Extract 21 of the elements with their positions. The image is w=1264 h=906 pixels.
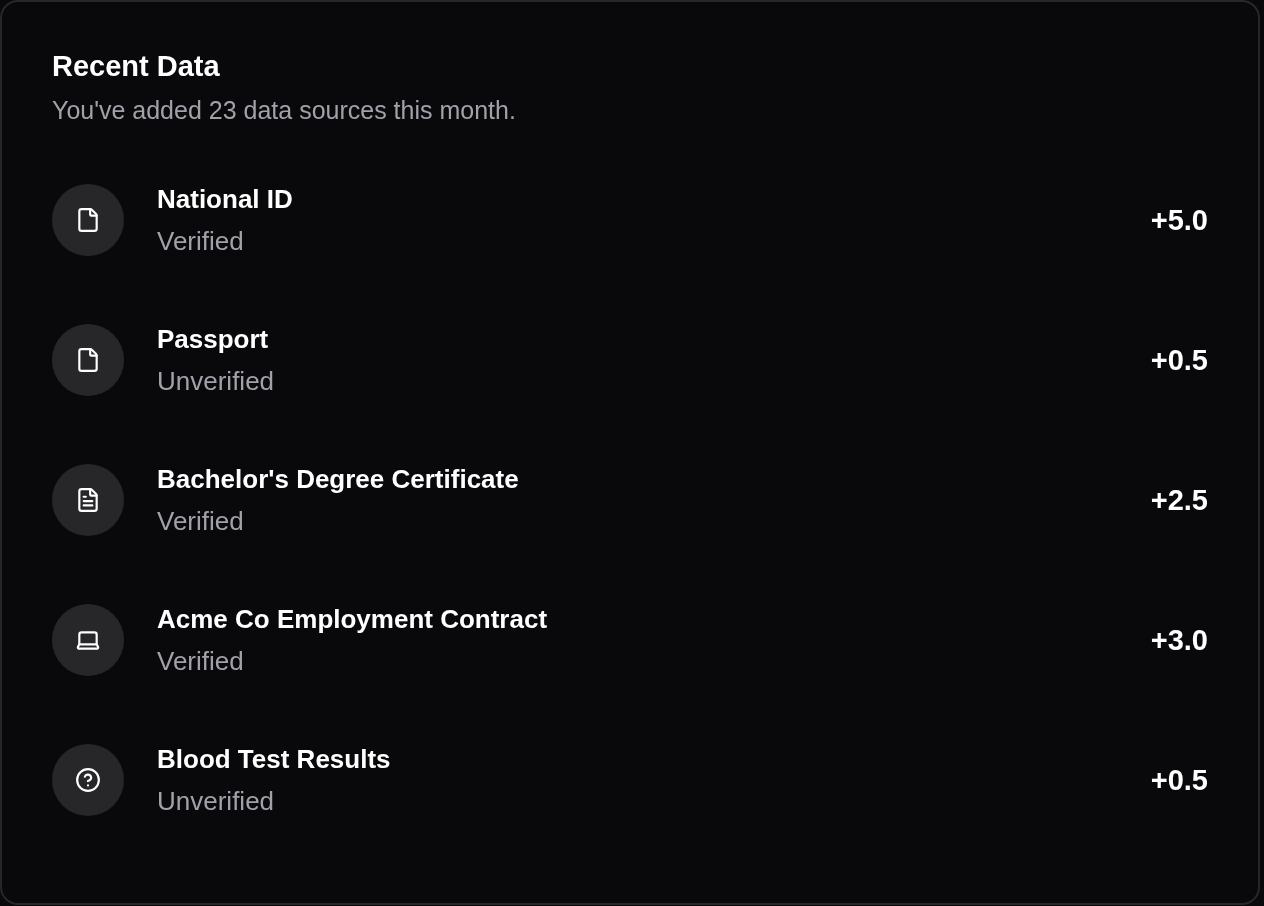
item-status: Unverified	[157, 365, 276, 398]
item-status: Verified	[157, 225, 245, 258]
item-name: Blood Test Results	[157, 743, 392, 776]
score-value: +2.5	[1150, 483, 1208, 518]
item-name: Acme Co Employment Contract	[157, 603, 549, 636]
document-icon	[75, 487, 101, 513]
item-name: Passport	[157, 323, 270, 356]
score-value: +5.0	[1150, 203, 1208, 238]
card-title: Recent Data	[52, 49, 221, 84]
score-value: +0.5	[1150, 343, 1208, 378]
item-status: Verified	[157, 505, 245, 538]
help-icon	[75, 767, 101, 793]
score-value: +3.0	[1150, 623, 1208, 658]
item-status: Unverified	[157, 785, 276, 818]
item-status: Verified	[157, 645, 245, 678]
item-name: Bachelor's Degree Certificate	[157, 463, 520, 496]
item-name: National ID	[157, 183, 294, 216]
card-description: You've added 23 data sources this month.	[52, 95, 517, 126]
document-icon	[75, 347, 101, 373]
document-icon	[75, 207, 101, 233]
score-value: +0.5	[1150, 763, 1208, 798]
